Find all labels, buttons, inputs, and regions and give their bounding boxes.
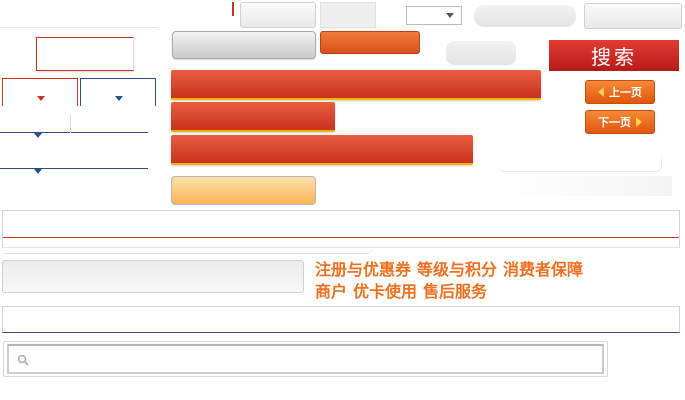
search-input-box[interactable] [7,344,604,374]
text-field[interactable] [2,260,304,293]
help-links-row-2: 商户 优卡使用 售后服务 [315,281,675,303]
top-rounded-bar [474,5,576,27]
help-links-row-1: 注册与优惠券 等级与积分 消费者保障 [315,259,675,281]
chevron-down-icon [446,13,454,18]
grey-pill-button[interactable] [446,41,516,65]
light-orange-button[interactable] [171,176,316,205]
blue-rule-box [2,306,680,333]
help-links: 注册与优惠券 等级与积分 消费者保障 商户 优卡使用 售后服务 [315,259,675,303]
help-link[interactable]: 消费者保障 [503,260,583,279]
tab-underline-tick [70,115,71,133]
next-page-label: 下一页 [598,116,631,129]
help-link[interactable]: 优卡使用 [353,282,417,301]
search-button[interactable]: 搜索 [549,40,679,71]
dropdown-blue[interactable] [80,78,156,106]
arrow-right-icon [636,117,642,127]
tab-underline-left [0,132,148,133]
panel-shadow [4,246,372,254]
top-grey-button-1[interactable] [240,2,316,28]
arrow-left-icon [598,87,604,97]
faint-fade-bar [500,176,672,196]
grey-gradient-button[interactable] [172,31,316,59]
left-rule [0,27,158,28]
help-link[interactable]: 等级与积分 [417,260,497,279]
top-dropdown[interactable] [406,6,462,25]
red-bar-wide [171,70,541,100]
tab-underline-left-2 [0,168,148,169]
next-page-button[interactable]: 下一页 [585,110,655,134]
red-bar-medium [171,135,473,165]
chevron-down-icon [115,96,123,101]
help-link[interactable]: 售后服务 [423,282,487,301]
top-grey-button-2[interactable] [320,2,376,28]
tab-arrow-icon [34,169,42,174]
search-input[interactable] [35,348,595,370]
top-divider-mark [232,2,234,16]
prev-page-label: 上一页 [609,86,642,99]
search-input-frame [3,341,608,377]
top-grey-button-3[interactable] [584,3,682,29]
faint-shadow-bar [498,158,662,172]
search-icon [17,354,29,366]
left-box-outline [36,37,134,71]
dropdown-red[interactable] [2,78,78,106]
orange-button[interactable] [320,31,420,54]
help-link[interactable]: 商户 [315,282,347,301]
panel-red-rule [3,237,679,238]
panel-box [2,210,680,248]
chevron-down-icon [37,96,45,101]
help-link[interactable]: 注册与优惠券 [315,260,411,279]
red-bar-short [171,102,335,132]
tab-arrow-icon [34,133,42,138]
prev-page-button[interactable]: 上一页 [585,80,655,104]
